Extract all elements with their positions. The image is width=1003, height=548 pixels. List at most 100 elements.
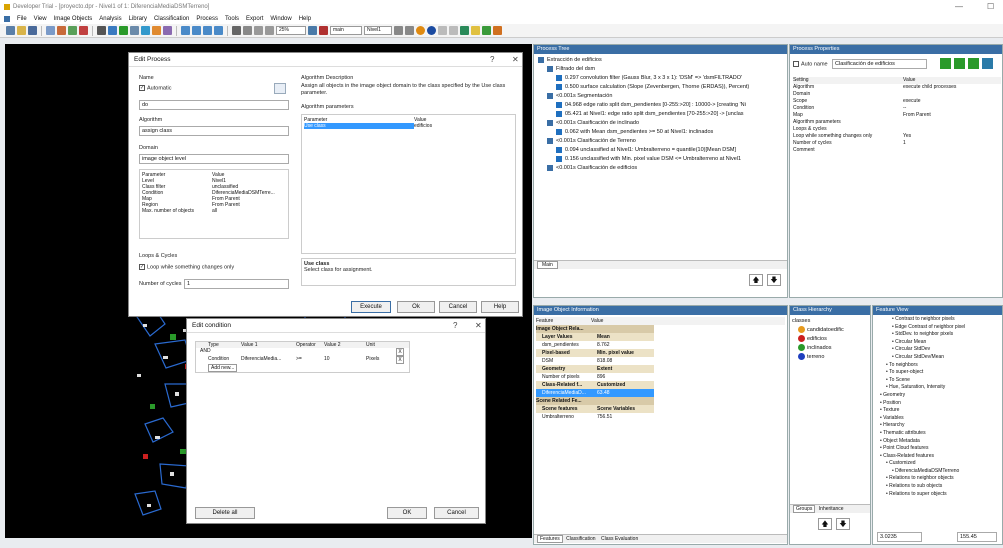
redo-icon[interactable] — [449, 26, 458, 35]
property-row[interactable]: Domain — [793, 91, 1001, 98]
class-item[interactable]: inclinados — [792, 344, 868, 353]
property-row[interactable]: Number of cycles 1 — [793, 140, 1001, 147]
class-item[interactable]: edificios — [792, 335, 868, 344]
menu-process[interactable]: Process — [196, 16, 218, 22]
add-new-row[interactable]: Add new... — [196, 364, 409, 372]
property-row[interactable]: Map From Parent — [793, 112, 1001, 119]
feature-item[interactable]: • Edge Contrast of neighbor pixel — [874, 324, 1001, 332]
info-row[interactable]: Class-Related f... Customized — [536, 381, 654, 389]
process-tree-item[interactable]: <0.001s Clasificación de inclinado — [538, 119, 787, 128]
class-down-button[interactable]: 🡇 — [836, 518, 850, 530]
new-project-icon[interactable] — [6, 26, 15, 35]
process-tree-item[interactable]: <0.001s Clasificación de Terreno — [538, 137, 787, 146]
delete-all-button[interactable]: Delete all — [195, 507, 255, 519]
ok-button[interactable]: Ok — [397, 301, 435, 313]
process-tree-item[interactable]: 0.062 with Mean dsm_pendientes >= 50 at … — [538, 128, 787, 137]
feature-item[interactable]: • Relations to sub objects — [874, 483, 1001, 491]
tab-features[interactable]: Features — [537, 535, 563, 543]
pointer-icon[interactable] — [232, 26, 241, 35]
close-layer-icon[interactable] — [319, 26, 328, 35]
menu-file[interactable]: File — [17, 16, 27, 22]
class-item[interactable]: terreno — [792, 353, 868, 362]
domain-select[interactable]: image object level — [139, 154, 289, 164]
info-row[interactable]: DSM 818.08 — [536, 357, 654, 365]
delete-row-icon[interactable]: X — [396, 348, 404, 356]
maximize-button[interactable]: ☐ — [987, 2, 994, 11]
add-new-button[interactable]: Add new... — [208, 364, 238, 372]
zoom-out-icon[interactable] — [265, 26, 274, 35]
process-tree[interactable]: Extracción de edificios Filtrado del dsm 0… — [534, 54, 787, 173]
feature-item[interactable]: • Object Metadata — [874, 438, 1001, 446]
feature-range-max[interactable]: 155.45 — [957, 532, 997, 542]
condition-row[interactable]: Condition DiferenciaMedia... >= 10 Pixel… — [196, 356, 409, 364]
condition-unit[interactable]: Pixels — [366, 356, 396, 364]
loop-checkbox[interactable]: ✓ Loop while something changes only — [139, 264, 234, 270]
feature-item[interactable]: • Variables — [874, 415, 1001, 423]
panel-icon[interactable] — [203, 26, 212, 35]
feature-item[interactable]: • To neighbors — [874, 362, 1001, 370]
process-tree-item[interactable]: Filtrado del dsm — [538, 65, 787, 74]
layer-select[interactable]: main — [330, 26, 362, 35]
feature-item[interactable]: • Circular StdDev — [874, 346, 1001, 354]
sample-icon[interactable] — [163, 26, 172, 35]
class-hierarchy-tree[interactable]: classes candidatoedific edificios inclinado… — [790, 315, 870, 364]
execute-button[interactable]: Execute — [351, 301, 391, 313]
classify-icon[interactable] — [119, 26, 128, 35]
info-row[interactable]: Umbralterreno 756.51 — [536, 413, 654, 421]
image-layer-icon[interactable] — [308, 26, 317, 35]
process-tree-item[interactable]: 0.500 surface calculation (Slope (Zevenb… — [538, 83, 787, 92]
help-button[interactable]: ? — [453, 321, 457, 330]
zoom-select[interactable]: 25% — [276, 26, 306, 35]
tab-groups[interactable]: Groups — [793, 505, 816, 513]
view-icon[interactable] — [68, 26, 77, 35]
feature-item[interactable]: • Relations to neighbor objects — [874, 475, 1001, 483]
object-orange-icon[interactable] — [416, 26, 425, 35]
property-row[interactable]: Algorithm execute child processes — [793, 84, 1001, 91]
feature-item[interactable]: • DiferenciaMediaDSMTerreno — [874, 468, 1001, 476]
process-tree-item[interactable]: 05.421 at Nivel1: edge ratio split dsm_p… — [538, 110, 787, 119]
add-process-icon[interactable] — [940, 58, 951, 69]
feature-item[interactable]: • Hue, Saturation, Intensity — [874, 384, 1001, 392]
feature-item[interactable]: • Customized — [874, 460, 1001, 468]
feature-item[interactable]: • Contrast to neighbor pixels — [874, 316, 1001, 324]
condition-value2[interactable]: 10 — [324, 356, 366, 364]
image-icon[interactable] — [79, 26, 88, 35]
feature-item[interactable]: • Class-Related features — [874, 453, 1001, 461]
auto-name-checkbox[interactable]: Auto name — [793, 61, 828, 67]
workspace-icon[interactable] — [46, 26, 55, 35]
pan-icon[interactable] — [243, 26, 252, 35]
process-tree-item[interactable]: <0.001s Segmentación — [538, 92, 787, 101]
condition-operator[interactable]: >= — [296, 356, 324, 364]
param-row[interactable]: Max. number of objects all — [142, 208, 286, 214]
arrow-down-icon[interactable] — [394, 26, 403, 35]
condition-value1[interactable]: DiferenciaMedia... — [241, 356, 296, 364]
level-select[interactable]: Nivel1 — [364, 26, 392, 35]
save-project-icon[interactable] — [28, 26, 37, 35]
class-item[interactable]: candidatoedific — [792, 326, 868, 335]
menu-help[interactable]: Help — [299, 16, 311, 22]
help-dialog-button[interactable]: Help — [481, 301, 519, 313]
menu-image-objects[interactable]: Image Objects — [54, 16, 93, 22]
automatic-checkbox[interactable]: ✓ Automatic — [139, 85, 171, 91]
window-icon[interactable] — [214, 26, 223, 35]
tab-inheritance[interactable]: Inheritance — [817, 506, 846, 512]
info-row[interactable]: Number of pixels 896 — [536, 373, 654, 381]
forward-icon[interactable] — [968, 58, 979, 69]
process-tree-item[interactable]: 0.156 unclassified with Min. pixel value… — [538, 155, 787, 164]
menu-window[interactable]: Window — [270, 16, 291, 22]
grid-icon[interactable] — [108, 26, 117, 35]
condition-row-and[interactable]: AND X — [196, 348, 409, 356]
move-up-button[interactable]: 🡅 — [749, 274, 763, 286]
arrow-up-icon[interactable] — [405, 26, 414, 35]
property-row[interactable]: Scope execute — [793, 98, 1001, 105]
process-tree-item[interactable]: 04.968 edge ratio split dsm_pendientes [… — [538, 101, 787, 110]
info-row[interactable]: dsm_pendientes 8.762 — [536, 341, 654, 349]
menu-view[interactable]: View — [34, 16, 47, 22]
undo-icon[interactable] — [438, 26, 447, 35]
layout-icon[interactable] — [192, 26, 201, 35]
tree-icon[interactable] — [152, 26, 161, 35]
info-row[interactable]: Geometry Extent — [536, 365, 654, 373]
menu-analysis[interactable]: Analysis — [99, 16, 121, 22]
number-of-cycles-select[interactable]: 1 — [184, 279, 289, 289]
process-tree-item[interactable]: 0.297 convolution filter (Gauss Blur, 3 … — [538, 74, 787, 83]
